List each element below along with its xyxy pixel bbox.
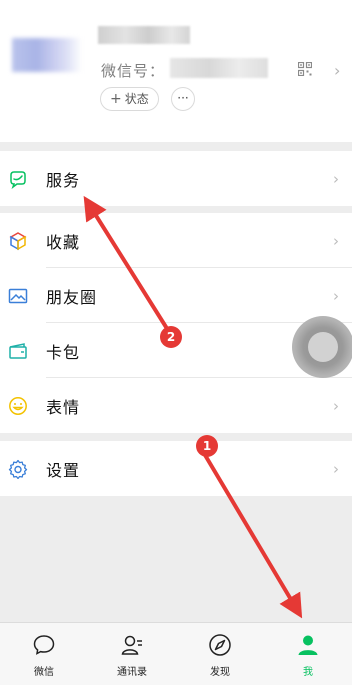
plus-icon: + [110, 91, 122, 107]
menu-label: 朋友圈 [46, 287, 98, 307]
tab-label: 微信 [34, 667, 54, 678]
wechat-id-label: 微信号： [101, 62, 166, 80]
card-wallet-icon [9, 342, 27, 359]
menu-label: 设置 [46, 460, 81, 480]
chevron-right-icon: › [333, 286, 339, 305]
profile-header[interactable]: 微信号： › + 状态 ··· [0, 0, 352, 142]
menu-item-moments[interactable]: 朋友圈 › [0, 268, 352, 323]
collections-section: 收藏 › 朋友圈 › 卡包 › 表情 › [0, 213, 352, 433]
annotation-badge-1: 1 [196, 435, 218, 457]
smiley-icon [9, 396, 27, 415]
services-section: 服务 › [0, 151, 352, 206]
settings-section: 设置 › [0, 441, 352, 496]
status-label: 状态 [124, 92, 149, 106]
chevron-right-icon[interactable]: › [334, 61, 340, 80]
menu-label: 收藏 [46, 232, 81, 252]
chevron-right-icon: › [333, 169, 339, 188]
services-icon [10, 170, 26, 189]
chevron-right-icon: › [333, 396, 339, 415]
gear-icon [8, 459, 28, 479]
menu-item-stickers[interactable]: 表情 › [0, 378, 352, 433]
bottom-tab-bar: 微信 通讯录 发现 我 [0, 622, 352, 685]
more-button[interactable]: ··· [171, 87, 195, 111]
menu-item-settings[interactable]: 设置 › [0, 441, 352, 496]
menu-label: 表情 [46, 397, 81, 417]
nickname-redacted [98, 26, 190, 44]
favorites-cube-icon [9, 231, 27, 250]
tab-contacts[interactable]: 通讯录 [88, 623, 176, 685]
contacts-icon [121, 635, 142, 655]
menu-item-services[interactable]: 服务 › [0, 151, 352, 206]
floating-assistive-button[interactable] [292, 316, 352, 378]
tab-label: 通讯录 [117, 667, 147, 678]
status-button[interactable]: + 状态 [100, 87, 159, 111]
floating-button-core [308, 332, 338, 362]
tab-discover[interactable]: 发现 [176, 623, 264, 685]
chat-bubble-icon [33, 635, 55, 655]
tab-label: 我 [303, 667, 313, 678]
chevron-right-icon: › [333, 459, 339, 478]
compass-icon [209, 634, 231, 656]
menu-label: 服务 [46, 170, 81, 190]
moments-photo-icon [8, 288, 28, 303]
tab-label: 发现 [210, 667, 230, 678]
annotation-badge-2: 2 [160, 326, 182, 348]
person-icon [298, 635, 318, 655]
chevron-right-icon: › [333, 231, 339, 250]
tab-me[interactable]: 我 [264, 623, 352, 685]
qr-code-icon[interactable] [298, 62, 312, 76]
avatar[interactable] [12, 38, 82, 72]
menu-label: 卡包 [46, 342, 81, 362]
wechat-id-redacted [170, 58, 268, 78]
menu-item-favorites[interactable]: 收藏 › [0, 213, 352, 268]
tab-chats[interactable]: 微信 [0, 623, 88, 685]
